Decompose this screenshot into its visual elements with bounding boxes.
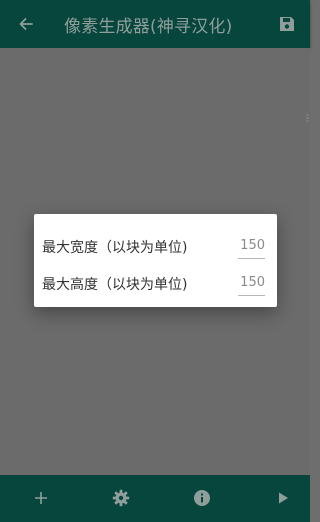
max-height-field bbox=[238, 271, 265, 296]
top-app-bar: 像素生成器(神寻汉化) bbox=[0, 0, 310, 48]
max-height-row: 最大高度（以块为单位) bbox=[42, 271, 269, 297]
play-icon[interactable] bbox=[274, 489, 292, 507]
max-height-label: 最大高度（以块为单位) bbox=[42, 277, 188, 293]
max-height-input[interactable] bbox=[238, 271, 265, 294]
edge-fragment bbox=[306, 114, 309, 122]
info-icon[interactable] bbox=[193, 489, 211, 507]
settings-gear-icon[interactable] bbox=[112, 489, 130, 507]
back-arrow-icon[interactable] bbox=[17, 15, 35, 33]
max-width-label: 最大宽度（以块为单位) bbox=[42, 240, 188, 256]
max-width-input[interactable] bbox=[238, 234, 265, 257]
save-icon[interactable] bbox=[278, 15, 296, 33]
bottom-toolbar bbox=[0, 475, 310, 522]
app-title: 像素生成器(神寻汉化) bbox=[64, 16, 233, 37]
add-icon[interactable] bbox=[32, 489, 50, 507]
max-width-row: 最大宽度（以块为单位) bbox=[42, 234, 269, 260]
max-size-dialog: 最大宽度（以块为单位) 最大高度（以块为单位) bbox=[34, 214, 277, 307]
max-width-field bbox=[238, 234, 265, 259]
